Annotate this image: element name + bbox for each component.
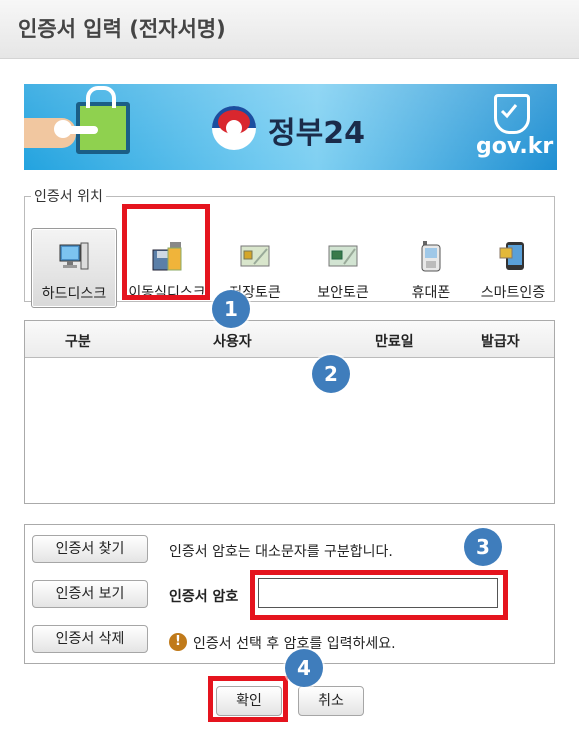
device-security-token[interactable]: 보안토큰 xyxy=(301,228,385,306)
password-label: 인증서 암호 xyxy=(169,589,239,605)
select-cert-hint: 인증서 선택 후 암호를 입력하세요. xyxy=(193,636,396,652)
delete-cert-button[interactable]: 인증서 삭제 xyxy=(32,625,148,653)
cert-location-legend: 인증서 위치 xyxy=(34,189,103,205)
device-smart-auth[interactable]: 스마트인증 xyxy=(471,228,555,306)
padlock-icon xyxy=(86,86,116,108)
step-badge-3: 3 xyxy=(464,528,502,566)
window-title: 인증서 입력 (전자서명) xyxy=(18,17,226,41)
highlight-password-input xyxy=(250,570,508,620)
key-shaft-icon xyxy=(62,126,98,134)
cert-location-group: 인증서 위치 하드디스크 이동식디스크 저장토큰 보안토큰 휴대폰 스마트인증 xyxy=(24,186,555,308)
device-label: 하드디스크 xyxy=(41,286,107,302)
step-badge-2: 2 xyxy=(312,355,350,393)
find-cert-button[interactable]: 인증서 찾기 xyxy=(32,535,148,563)
cert-list-table[interactable]: 구분 사용자 만료일 발급자 xyxy=(24,320,555,504)
step-badge-4: 4 xyxy=(285,649,323,687)
banner-gov-name: 정부24 xyxy=(268,116,365,151)
column-header-user: 사용자 xyxy=(213,334,252,350)
banner-domain: gov.kr xyxy=(476,134,554,159)
device-mobile-phone[interactable]: 휴대폰 xyxy=(389,228,473,306)
security-token-icon xyxy=(328,245,358,267)
warning-icon: ! xyxy=(169,633,187,651)
case-sensitivity-note: 인증서 암호는 대소문자를 구분합니다. xyxy=(169,544,393,560)
device-label: 스마트인증 xyxy=(480,285,546,301)
mobile-phone-icon xyxy=(421,241,441,272)
column-header-issuer: 발급자 xyxy=(481,334,520,350)
column-header-type: 구분 xyxy=(65,334,91,350)
column-header-expiry: 만료일 xyxy=(375,334,414,350)
cancel-button[interactable]: 취소 xyxy=(298,686,364,716)
device-hard-disk[interactable]: 하드디스크 xyxy=(31,228,117,308)
storage-token-icon xyxy=(240,245,270,267)
shield-check-icon xyxy=(494,94,530,134)
gov24-banner: 정부24 gov.kr xyxy=(24,84,557,170)
highlight-removable-disk xyxy=(122,204,210,300)
window-title-bar: 인증서 입력 (전자서명) xyxy=(0,0,579,59)
view-cert-button[interactable]: 인증서 보기 xyxy=(32,580,148,608)
hard-disk-icon xyxy=(59,242,89,270)
device-label: 보안토큰 xyxy=(317,285,369,301)
cert-table-header: 구분 사용자 만료일 발급자 xyxy=(25,321,554,358)
smart-auth-icon xyxy=(499,242,524,270)
highlight-ok-button xyxy=(208,676,288,722)
step-badge-1: 1 xyxy=(212,290,250,328)
government-emblem-icon xyxy=(212,106,256,150)
